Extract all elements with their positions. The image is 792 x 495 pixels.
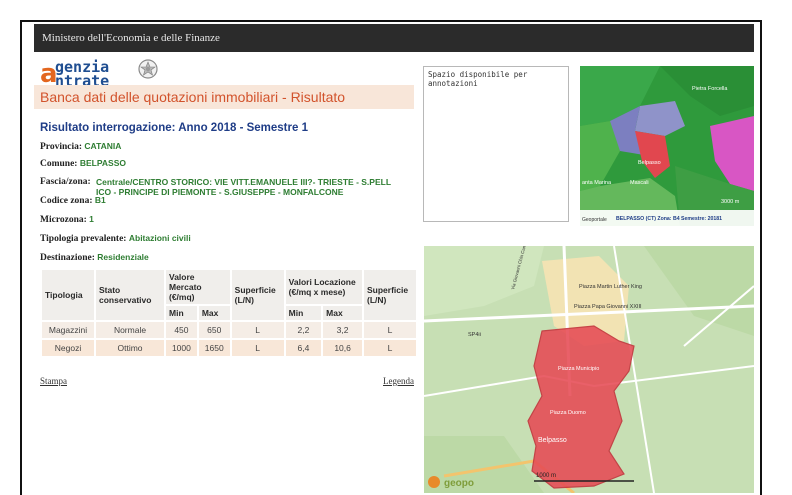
table-row: Magazzini Normale 450 650 L 2,2 3,2 L <box>42 322 416 338</box>
col-max: Max <box>198 306 230 320</box>
col-max-2: Max <box>323 306 362 320</box>
col-min: Min <box>166 306 197 320</box>
overview-map[interactable]: Pietra Forcella Belpasso anta Marina Mas… <box>580 66 754 226</box>
comune-row: Comune: BELPASSO <box>40 158 126 169</box>
fascia-label: Fascia/zona: <box>40 177 91 187</box>
map1-label-marina: anta Marina <box>582 180 612 186</box>
ministry-header: Ministero dell'Economia e delle Finanze <box>34 24 754 52</box>
table-row: Negozi Ottimo 1000 1650 L 6,4 10,6 L <box>42 340 416 356</box>
result-heading: Risultato interrogazione: Anno 2018 - Se… <box>40 122 308 134</box>
map1-label-pietra: Pietra Forcella <box>692 86 728 92</box>
map2-label-municipio: Piazza Municipio <box>558 366 599 372</box>
logo-wordmark: genzia ntrate <box>55 58 110 90</box>
destinazione-value: Residenziale <box>97 252 149 262</box>
provincia-row: Provincia: CATANIA <box>40 141 122 152</box>
microzona-value: 1 <box>89 214 94 224</box>
comune-value: BELPASSO <box>79 158 126 168</box>
stampa-link[interactable]: Stampa <box>40 376 67 386</box>
page-title: Banca dati delle quotazioni immobiliari … <box>40 89 346 105</box>
map1-caption: BELPASSO (CT) Zona: B4 Semestre: 20181 <box>616 216 722 222</box>
map2-label-sp4: SP4ii <box>468 332 481 338</box>
col-superficie-2: Superficie (L/N) <box>364 270 416 320</box>
col-valori-locazione: Valori Locazione (€/mq x mese) <box>285 270 362 304</box>
map1-label-belpasso: Belpasso <box>638 160 661 166</box>
map2-label-belpasso: Belpasso <box>538 437 567 444</box>
tipologia-row: Tipologia prevalente: Abitazioni civili <box>40 233 191 244</box>
map2-label-martin: Piazza Martin Luther King <box>579 284 642 290</box>
legenda-link[interactable]: Legenda <box>383 376 414 386</box>
map1-brand: Geoportale <box>582 217 607 223</box>
col-valore-mercato: Valore Mercato (€/mq) <box>166 270 230 304</box>
col-min-2: Min <box>285 306 322 320</box>
microzona-row: Microzona: 1 <box>40 214 94 225</box>
map2-label-duomo: Piazza Duomo <box>550 410 586 416</box>
map2-scale: 1000 m <box>536 473 556 479</box>
zone-map[interactable]: Piazza Martin Luther King Piazza Papa Gi… <box>424 246 754 493</box>
fascia-value-2: ICO - PRINCIPE DI PIEMONTE - S.GIUSEPPE … <box>96 187 344 197</box>
tipologia-value: Abitazioni civili <box>128 233 191 243</box>
map2-label-papa: Piazza Papa Giovanni XXIII <box>574 304 642 310</box>
annotations-textarea[interactable]: Spazio disponibile per annotazioni <box>423 66 569 222</box>
quotazioni-table: Tipologia Stato conservativo Valore Merc… <box>40 268 418 358</box>
col-tipologia: Tipologia <box>42 270 94 320</box>
italy-emblem-icon <box>138 59 158 79</box>
ministry-title: Ministero dell'Economia e delle Finanze <box>42 32 220 44</box>
provincia-value: CATANIA <box>84 141 122 151</box>
col-stato: Stato conservativo <box>96 270 164 320</box>
map1-scale: 3000 m <box>721 199 740 205</box>
map2-brand: geopo <box>444 478 474 489</box>
codice-row: Codice zona: B1 <box>40 195 106 206</box>
destinazione-row: Destinazione: Residenziale <box>40 252 149 263</box>
codice-value: B1 <box>94 195 106 205</box>
col-superficie: Superficie (L/N) <box>231 270 284 320</box>
map1-label-mascali: Mascali <box>630 180 649 186</box>
